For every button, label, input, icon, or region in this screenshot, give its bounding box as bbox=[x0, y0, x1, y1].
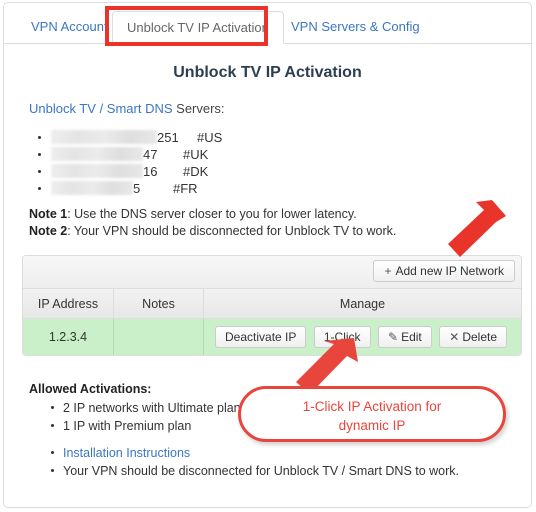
edit-button-label: Edit bbox=[401, 330, 422, 344]
deactivate-ip-button[interactable]: Deactivate IP bbox=[215, 326, 307, 348]
masked-ip-prefix bbox=[51, 181, 133, 195]
notes-block: Note 1: Use the DNS server closer to you… bbox=[29, 206, 396, 240]
column-header-manage: Manage bbox=[203, 289, 521, 319]
tab-unblock-tv-ip-activation[interactable]: Unblock TV IP Activation bbox=[112, 11, 284, 44]
masked-ip-prefix bbox=[51, 130, 157, 144]
masked-ip-prefix bbox=[51, 164, 143, 178]
one-click-button[interactable]: 1-Click bbox=[313, 326, 371, 348]
server-country-code: #UK bbox=[183, 147, 209, 162]
note-2-text: : Your VPN should be disconnected for Un… bbox=[67, 224, 397, 238]
cell-manage: Deactivate IP 1-Click ✎ Edit ✕ Delete bbox=[203, 318, 521, 355]
cell-ip-address: 1.2.3.4 bbox=[23, 318, 114, 355]
list-item: 16 #DK bbox=[29, 163, 222, 180]
note-1-text: : Use the DNS server closer to you for l… bbox=[67, 207, 357, 221]
server-octet: 47 bbox=[143, 147, 158, 162]
servers-label-link[interactable]: Unblock TV / Smart DNS bbox=[29, 101, 173, 116]
server-octet: 251 bbox=[157, 130, 179, 145]
masked-ip-prefix bbox=[51, 147, 143, 161]
column-header-ip-address: IP Address bbox=[23, 289, 114, 319]
panel-toolbar: + Add new IP Network bbox=[23, 256, 521, 289]
callout-line-1: 1-Click IP Activation for bbox=[302, 399, 442, 414]
table-row: 1.2.3.4 Deactivate IP 1-Click ✎ Edit ✕ Del… bbox=[23, 318, 521, 355]
page-title: Unblock TV IP Activation bbox=[173, 64, 362, 81]
list-item: Your VPN should be disconnected for Unbl… bbox=[49, 462, 459, 480]
note-2: Note 2: Your VPN should be disconnected … bbox=[29, 223, 396, 240]
delete-button[interactable]: ✕ Delete bbox=[439, 326, 507, 348]
tab-vpn-servers-config[interactable]: VPN Servers & Config bbox=[277, 11, 434, 44]
servers-section-label: Unblock TV / Smart DNS Servers: bbox=[29, 101, 225, 116]
server-country-code: #FR bbox=[173, 181, 198, 196]
allowed-item-label: Your VPN should be disconnected for Unbl… bbox=[63, 464, 460, 478]
edit-button[interactable]: ✎ Edit bbox=[378, 326, 432, 348]
allowed-item-label: 2 IP networks with Ultimate plan bbox=[63, 401, 241, 415]
annotation-callout-bubble: 1-Click IP Activation for dynamic IP bbox=[238, 386, 506, 442]
server-octet: 5 bbox=[133, 181, 141, 196]
plus-icon: + bbox=[384, 264, 392, 278]
cell-notes bbox=[113, 318, 204, 355]
list-item: 251 #US bbox=[29, 129, 222, 146]
tab-vpn-account[interactable]: VPN Account bbox=[17, 11, 122, 44]
add-new-ip-network-button[interactable]: + Add new IP Network bbox=[373, 260, 515, 282]
server-list: 251 #US 47 #UK 16 #DK 5 #FR bbox=[29, 129, 222, 197]
pencil-icon: ✎ bbox=[388, 330, 399, 344]
callout-line-2: dynamic IP bbox=[338, 418, 406, 433]
allowed-item-label: 1 IP with Premium plan bbox=[63, 419, 192, 433]
add-new-ip-network-label: Add new IP Network bbox=[395, 264, 505, 278]
delete-button-label: Delete bbox=[462, 330, 497, 344]
note-2-label: Note 2 bbox=[29, 224, 68, 238]
table-header-row: IP Address Notes Manage bbox=[23, 289, 521, 319]
ip-networks-table: IP Address Notes Manage 1.2.3.4 Deactiva… bbox=[23, 289, 521, 355]
column-header-notes: Notes bbox=[113, 289, 204, 319]
list-item: 5 #FR bbox=[29, 180, 222, 197]
tab-bar: VPN Account Unblock TV IP Activation VPN… bbox=[4, 11, 531, 44]
note-1-label: Note 1 bbox=[29, 207, 68, 221]
server-country-code: #US bbox=[197, 130, 223, 145]
list-item-installation-instructions: Installation Instructions bbox=[49, 444, 459, 462]
installation-instructions-link[interactable]: Installation Instructions bbox=[63, 446, 190, 460]
list-item: 47 #UK bbox=[29, 146, 222, 163]
servers-label-tail: Servers: bbox=[172, 101, 225, 116]
server-country-code: #DK bbox=[183, 164, 209, 179]
close-icon: ✕ bbox=[449, 330, 460, 344]
ip-networks-panel: + Add new IP Network IP Address Notes Man… bbox=[22, 255, 522, 356]
note-1: Note 1: Use the DNS server closer to you… bbox=[29, 206, 396, 223]
server-octet: 16 bbox=[143, 164, 158, 179]
allowed-activations-title: Allowed Activations: bbox=[29, 382, 152, 396]
